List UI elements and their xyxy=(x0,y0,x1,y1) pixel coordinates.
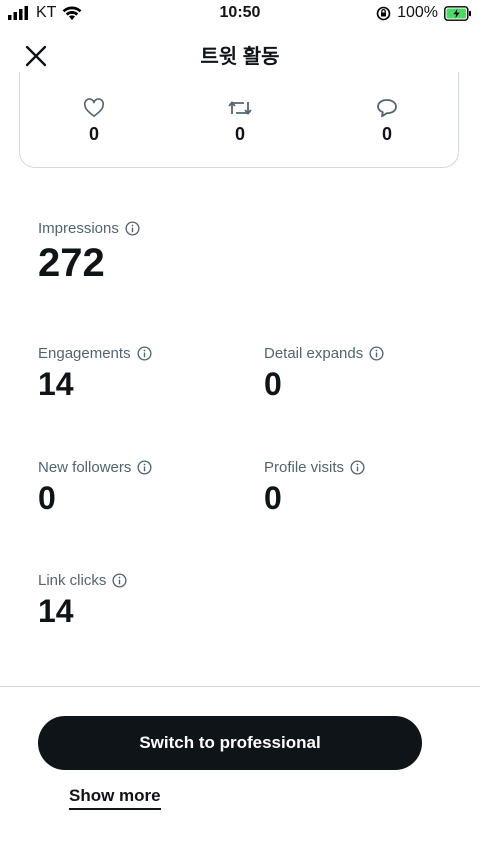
divider xyxy=(0,686,480,687)
detail-expands-metric: Detail expands 0 xyxy=(264,345,384,400)
link-clicks-label: Link clicks xyxy=(38,572,107,589)
replies-count: 0 xyxy=(381,124,392,144)
info-icon[interactable] xyxy=(137,460,152,475)
impressions-metric: Impressions 272 xyxy=(38,220,140,283)
battery-percent: 100% xyxy=(397,4,438,21)
engagements-label: Engagements xyxy=(38,345,131,362)
new-followers-value: 0 xyxy=(38,480,56,516)
link-clicks-metric: Link clicks 14 xyxy=(38,572,127,627)
orientation-lock-icon xyxy=(376,6,391,20)
info-icon[interactable] xyxy=(125,221,140,236)
page-title: 트윗 활동 xyxy=(200,46,280,68)
new-followers-label: New followers xyxy=(38,459,132,476)
profile-visits-value: 0 xyxy=(264,480,282,516)
retweets-stat[interactable]: 0 xyxy=(200,98,280,145)
likes-count: 0 xyxy=(88,124,99,144)
heart-icon xyxy=(83,98,105,117)
detail-expands-label: Detail expands xyxy=(264,345,364,362)
likes-stat[interactable]: 0 xyxy=(54,98,134,145)
replies-stat[interactable]: 0 xyxy=(347,98,427,145)
reply-bubble-icon xyxy=(377,99,397,118)
retweet-icon xyxy=(228,101,252,115)
info-icon[interactable] xyxy=(137,346,152,361)
info-icon[interactable] xyxy=(350,460,365,475)
link-clicks-value: 14 xyxy=(38,593,74,629)
show-more-link[interactable]: Show more xyxy=(69,786,161,810)
profile-visits-label: Profile visits xyxy=(264,459,345,476)
engagements-value: 14 xyxy=(38,366,74,402)
impressions-value: 272 xyxy=(38,241,105,285)
battery-charging-icon xyxy=(444,5,471,21)
retweets-count: 0 xyxy=(234,124,245,144)
profile-visits-metric: Profile visits 0 xyxy=(264,459,365,514)
info-icon[interactable] xyxy=(112,573,127,588)
engagements-metric: Engagements 14 xyxy=(38,345,152,400)
info-icon[interactable] xyxy=(369,346,384,361)
new-followers-metric: New followers 0 xyxy=(38,459,152,514)
detail-expands-value: 0 xyxy=(264,366,282,402)
status-right: 100% xyxy=(376,4,472,22)
switch-to-professional-button[interactable]: Switch to professional xyxy=(38,716,422,770)
status-bar: KT 10:50 100% xyxy=(0,0,480,28)
impressions-label: Impressions xyxy=(38,220,119,237)
engagement-card: 0 0 0 xyxy=(19,72,459,168)
